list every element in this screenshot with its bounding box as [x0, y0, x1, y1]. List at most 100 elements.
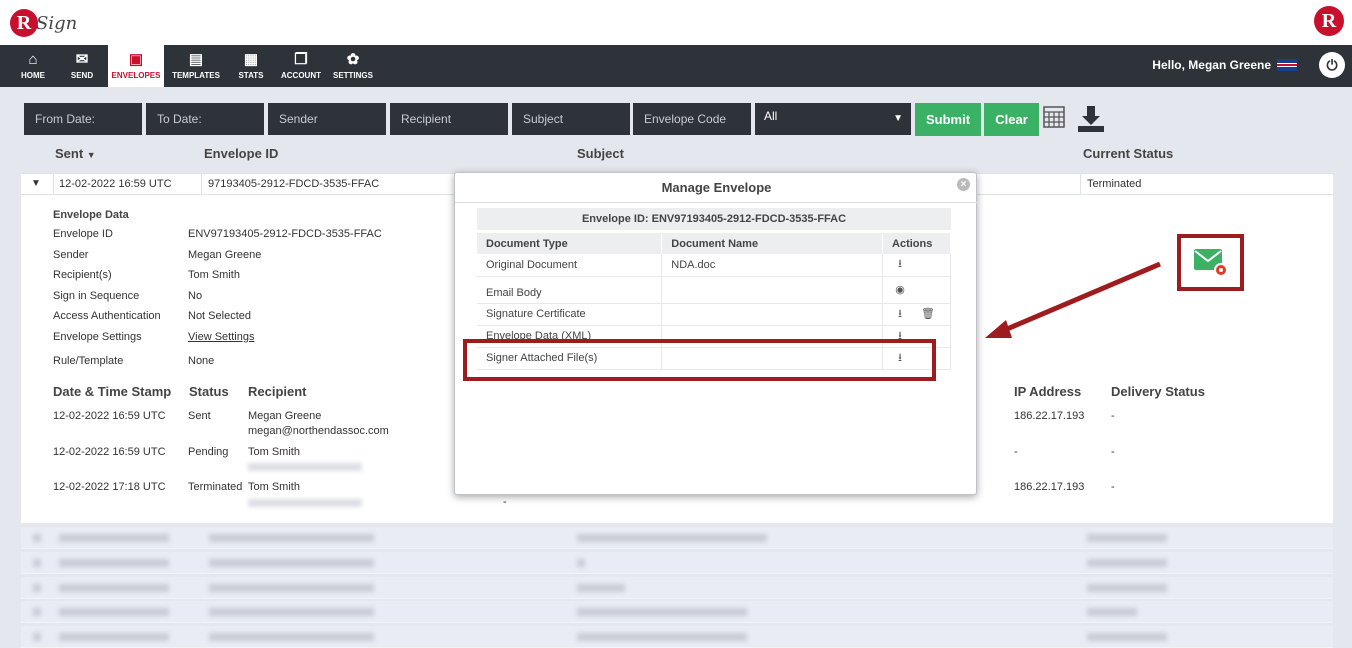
history-date: 12-02-2022 16:59 UTC: [53, 410, 166, 422]
sort-down-icon: ▼: [86, 150, 96, 160]
rsign-logo[interactable]: R Sign: [10, 6, 77, 40]
power-icon[interactable]: ⏻: [1319, 52, 1345, 78]
nav-account[interactable]: ❐ ACCOUNT: [276, 45, 326, 87]
nav-envelopes[interactable]: ▣ ENVELOPES: [108, 45, 164, 87]
submit-button[interactable]: Submit: [915, 103, 981, 136]
history-ip: -: [1014, 446, 1018, 458]
home-icon: ⌂: [28, 51, 38, 68]
nav-send-label: SEND: [70, 71, 94, 80]
label-envelope-settings: Envelope Settings: [53, 331, 142, 343]
label-recipients: Recipient(s): [53, 269, 112, 281]
brand-bar: R Sign R: [0, 0, 1352, 45]
label-sign-in-sequence: Sign in Sequence: [53, 290, 140, 302]
doc-name: NDA.doc: [661, 254, 884, 277]
user-greeting[interactable]: Hello, Megan Greene: [1152, 58, 1297, 72]
company-logo: R: [1314, 6, 1344, 36]
history-delivery: -: [1111, 410, 1115, 422]
gear-icon: ✿: [346, 51, 360, 68]
history-header-date: Date & Time Stamp: [53, 384, 172, 399]
nav-settings[interactable]: ✿ SETTINGS: [330, 45, 376, 87]
uk-flag-icon[interactable]: [1277, 59, 1297, 71]
recipient-input[interactable]: Recipient: [390, 103, 508, 135]
redacted-email: [248, 463, 362, 471]
table-row[interactable]: [21, 577, 1333, 599]
header-actions: Actions: [882, 233, 951, 254]
chevron-down-icon: ▼: [893, 113, 903, 124]
table-row[interactable]: [21, 552, 1333, 574]
download-icon[interactable]: ⭳: [893, 305, 907, 324]
modal-envelope-id: Envelope ID: ENV97193405-2912-FDCD-3535-…: [477, 208, 951, 230]
nav-home[interactable]: ⌂ HOME: [10, 45, 56, 87]
doc-type: Email Body: [477, 276, 663, 304]
main-navbar: ⌂ HOME ✉ SEND ▣ ENVELOPES ▤ TEMPLATES ▦ …: [0, 45, 1352, 87]
nav-stats[interactable]: ▦ STATS: [228, 45, 274, 87]
logo-r-mark: R: [10, 9, 38, 37]
table-row: Email Body ◉: [477, 276, 951, 304]
view-settings-link[interactable]: View Settings: [188, 331, 254, 343]
row-sent: 12-02-2022 16:59 UTC: [59, 178, 172, 190]
export-download-icon[interactable]: [1076, 104, 1106, 140]
highlight-box-signer-files: [463, 339, 936, 381]
nav-stats-label: STATS: [238, 71, 264, 80]
row-envelope-id: 97193405-2912-FDCD-3535-FFAC: [208, 178, 380, 190]
label-envelope-id: Envelope ID: [53, 228, 113, 240]
account-icon: ❐: [294, 51, 308, 68]
doc-name: [661, 303, 884, 326]
history-header-ip: IP Address: [1014, 384, 1082, 399]
history-header-recipient: Recipient: [248, 384, 307, 399]
briefcase-icon: ▦: [243, 51, 259, 68]
close-icon[interactable]: ×: [957, 178, 970, 191]
trash-icon[interactable]: 🗑: [921, 307, 935, 320]
header-document-name: Document Name: [661, 233, 884, 254]
subject-input[interactable]: Subject: [512, 103, 630, 135]
table-row[interactable]: [21, 527, 1333, 549]
sender-input[interactable]: Sender: [268, 103, 386, 135]
nav-account-label: ACCOUNT: [281, 71, 321, 80]
value-recipients: Tom Smith: [188, 269, 240, 281]
nav-templates-label: TEMPLATES: [172, 71, 220, 80]
history-status: Sent: [188, 410, 211, 422]
nav-settings-label: SETTINGS: [332, 71, 373, 80]
col-header-sent[interactable]: Sent ▼: [55, 146, 96, 161]
history-delivery: -: [1111, 481, 1115, 493]
col-header-current-status[interactable]: Current Status: [1083, 146, 1173, 161]
highlight-box-manage-icon: [1177, 234, 1244, 291]
header-document-type: Document Type: [477, 233, 663, 254]
value-sender: Megan Greene: [188, 249, 262, 261]
collapse-caret-icon[interactable]: ▼: [31, 178, 41, 189]
calendar-icon[interactable]: [1043, 106, 1065, 134]
col-header-envelope-id[interactable]: Envelope ID: [204, 146, 278, 161]
history-header-status: Status: [189, 384, 229, 399]
history-header-delivery: Delivery Status: [1111, 384, 1205, 399]
history-date: 12-02-2022 16:59 UTC: [53, 446, 166, 458]
clear-button[interactable]: Clear: [984, 103, 1039, 136]
logo-text: Sign: [36, 12, 78, 34]
doc-name: [661, 276, 884, 304]
eye-icon[interactable]: ◉: [893, 283, 907, 296]
doc-type: Original Document: [477, 254, 663, 277]
history-recipient: Megan Greene: [248, 410, 322, 422]
col-header-subject[interactable]: Subject: [577, 146, 624, 161]
history-recipient: Tom Smith: [248, 446, 300, 458]
greeting-text: Hello, Megan Greene: [1152, 58, 1271, 72]
download-icon[interactable]: ⭳: [893, 255, 907, 274]
label-rule-template: Rule/Template: [53, 355, 124, 367]
table-row[interactable]: [21, 601, 1333, 623]
table-row: Original Document NDA.doc ⭳: [477, 254, 951, 277]
table-row[interactable]: [21, 626, 1333, 648]
history-dash: -: [503, 496, 507, 508]
doc-type: Signature Certificate: [477, 303, 663, 326]
value-envelope-id: ENV97193405-2912-FDCD-3535-FFAC: [188, 228, 382, 240]
nav-templates[interactable]: ▤ TEMPLATES: [168, 45, 224, 87]
status-select[interactable]: All ▼: [755, 103, 911, 135]
value-sign-in-sequence: No: [188, 290, 203, 302]
envelope-code-input[interactable]: Envelope Code: [633, 103, 751, 135]
label-access-authentication: Access Authentication: [53, 310, 161, 322]
history-status: Terminated: [188, 481, 243, 493]
to-date-input[interactable]: To Date:: [146, 103, 264, 135]
nav-send[interactable]: ✉ SEND: [59, 45, 105, 87]
history-ip: 186.22.17.193: [1014, 410, 1085, 422]
manage-envelope-modal: Manage Envelope × Envelope ID: ENV971934…: [454, 172, 978, 495]
from-date-input[interactable]: From Date:: [24, 103, 142, 135]
value-rule-template: None: [188, 355, 215, 367]
